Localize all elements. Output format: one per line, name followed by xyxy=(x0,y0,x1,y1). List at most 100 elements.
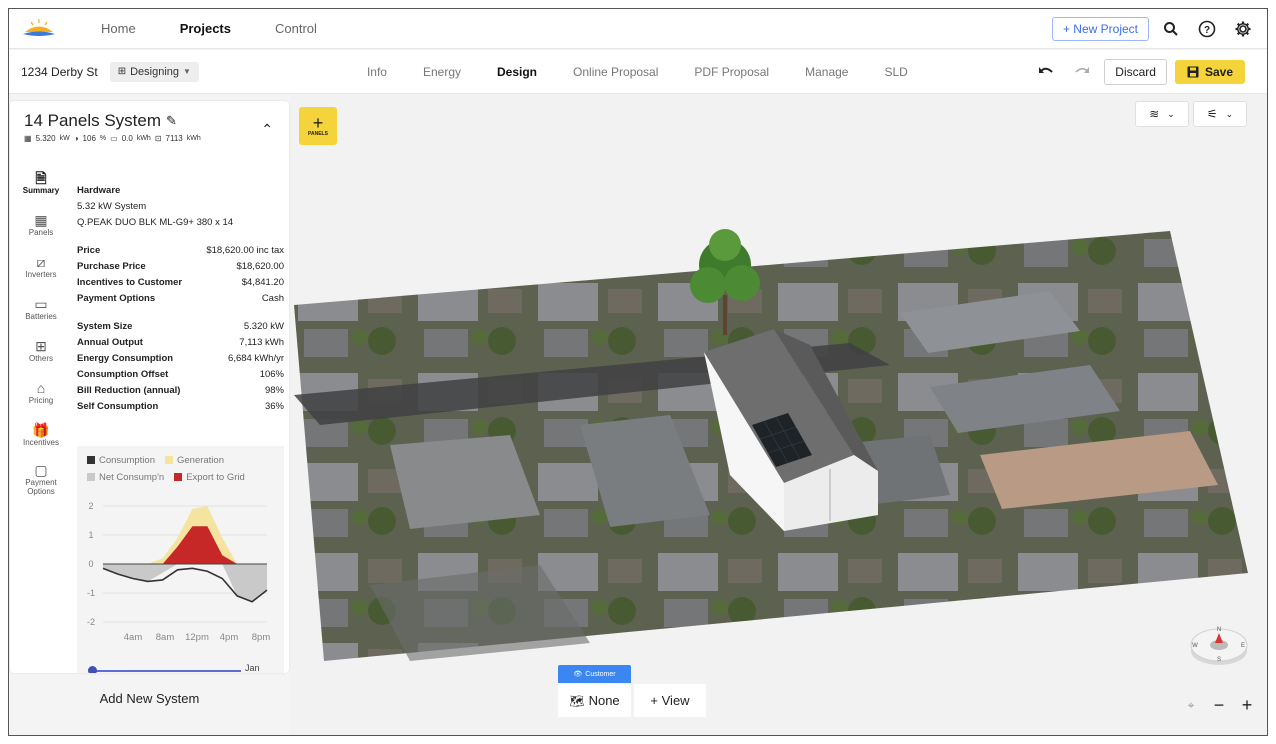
plus-icon: + xyxy=(312,113,324,133)
side-nav-label: Inverters xyxy=(25,269,57,279)
recenter-icon[interactable]: ⌖ xyxy=(1179,693,1203,717)
system-panel: 14 Panels System ✎ ▦ 5.320 kW ◑ 106 % ▭ … xyxy=(10,101,289,673)
energy-chart: Consumption Generation Net Consump'n Exp… xyxy=(77,446,284,673)
svg-text:E: E xyxy=(1241,643,1245,649)
y-tick-label: -1 xyxy=(87,588,95,598)
legend-label: Export to Grid xyxy=(186,472,245,483)
map-icon: 🗺 xyxy=(569,693,585,708)
chart-legend: Consumption Generation Net Consump'n Exp… xyxy=(87,452,245,486)
app-logo[interactable] xyxy=(9,9,69,49)
tab-sld[interactable]: SLD xyxy=(866,65,925,79)
stat-row: Bill Reduction (annual) 98% xyxy=(77,383,284,399)
stat-output: 7113 xyxy=(165,134,183,143)
side-nav-label: Others xyxy=(28,353,53,363)
side-nav-panels[interactable]: ▦ Panels xyxy=(10,203,72,245)
customer-view-tab[interactable]: 👁 Customer xyxy=(558,665,631,683)
side-nav-label: Payment Options xyxy=(25,478,57,496)
collapse-chevron-up-icon[interactable]: ⌃ xyxy=(261,121,273,138)
row-label: System Size xyxy=(77,321,133,332)
zoom-controls: ⌖ − + xyxy=(1179,693,1259,717)
stat-offset-unit: % xyxy=(99,135,107,142)
side-nav-batteries[interactable]: ▭ Batteries xyxy=(10,287,72,329)
gift-icon: 🎁 xyxy=(32,421,50,438)
side-nav-label: Pricing xyxy=(28,395,54,405)
legend-item-net-consumption[interactable]: Net Consump'n xyxy=(87,469,164,486)
legend-item-export[interactable]: Export to Grid xyxy=(174,469,245,486)
tab-design[interactable]: Design xyxy=(479,65,555,79)
side-nav-payment-options[interactable]: ▢ Payment Options xyxy=(10,455,72,503)
y-tick-label: 1 xyxy=(88,530,93,540)
side-nav-label: Incentives xyxy=(22,437,60,447)
main-nav: Home Projects Control xyxy=(79,21,339,36)
stat-offset: 106 xyxy=(82,134,96,143)
view-none-button[interactable]: 🗺 None xyxy=(558,684,631,717)
compass-icon[interactable]: N E W S xyxy=(1189,621,1249,669)
system-title-text: 14 Panels System xyxy=(24,111,162,130)
inverter-icon: ⧄ xyxy=(36,253,46,270)
settings-gear-icon[interactable] xyxy=(1229,15,1257,43)
row-value: $4,841.20 xyxy=(241,277,284,288)
legend-item-consumption[interactable]: Consumption xyxy=(87,452,155,469)
row-value: 7,113 kWh xyxy=(239,337,284,348)
stat-kw: 5.320 xyxy=(35,134,56,143)
tab-pdf-proposal[interactable]: PDF Proposal xyxy=(676,65,787,79)
settings-sliders-dropdown[interactable]: ⚟ ⌄ xyxy=(1193,101,1247,127)
legend-item-generation[interactable]: Generation xyxy=(164,452,224,469)
side-nav-pricing[interactable]: ⌂ Pricing xyxy=(10,371,72,413)
x-tick-label: 8pm xyxy=(252,632,271,643)
app-frame: Home Projects Control + New Project ? 12… xyxy=(8,8,1268,736)
discard-button[interactable]: Discard xyxy=(1104,58,1167,85)
battery-icon: ▭ xyxy=(34,295,48,312)
save-disk-icon xyxy=(1187,66,1199,77)
nav-home[interactable]: Home xyxy=(79,21,158,36)
layers-icon: ≋ xyxy=(1149,107,1160,121)
tab-online-proposal[interactable]: Online Proposal xyxy=(555,65,676,79)
side-nav-incentives[interactable]: 🎁 Incentives xyxy=(10,413,72,455)
pricing-row: Purchase Price $18,620.00 xyxy=(77,259,284,275)
stage-dropdown[interactable]: ⊞ Designing ▼ xyxy=(109,61,199,82)
add-panels-button[interactable]: + PANELS xyxy=(299,107,337,145)
battery-icon: ▭ xyxy=(110,134,118,143)
nav-control[interactable]: Control xyxy=(253,21,339,36)
side-nav-label: Panels xyxy=(28,227,54,237)
side-nav-inverters[interactable]: ⧄ Inverters xyxy=(10,245,72,287)
month-slider[interactable] xyxy=(88,666,241,673)
month-slider-knob[interactable] xyxy=(88,666,97,673)
new-project-button[interactable]: + New Project xyxy=(1051,16,1149,41)
project-tabs: Info Energy Design Online Proposal PDF P… xyxy=(349,65,926,79)
eye-icon: 👁 xyxy=(573,671,583,678)
add-new-system-button[interactable]: Add New System xyxy=(10,681,289,715)
row-label: Purchase Price xyxy=(77,261,146,272)
side-nav-label: Summary xyxy=(22,185,60,195)
layers-dropdown[interactable]: ≋ ⌄ xyxy=(1135,101,1189,127)
zoom-out-button[interactable]: − xyxy=(1207,693,1231,717)
price-tag-icon: ⌂ xyxy=(36,379,46,396)
row-value: $18,620.00 inc tax xyxy=(206,245,284,256)
project-bar: 1234 Derby St ⊞ Designing ▼ Info Energy … xyxy=(9,50,1267,94)
side-nav-others[interactable]: ⊞ Others xyxy=(10,329,72,371)
nav-projects[interactable]: Projects xyxy=(158,21,253,36)
undo-icon[interactable] xyxy=(1032,58,1060,86)
svg-text:W: W xyxy=(1192,643,1198,649)
tab-info[interactable]: Info xyxy=(349,65,405,79)
row-label: Consumption Offset xyxy=(77,369,169,380)
output-icon: ⊡ xyxy=(154,134,162,143)
legend-label: Net Consump'n xyxy=(99,472,165,483)
map-3d-view[interactable] xyxy=(290,95,1267,735)
panel-grid-icon: ▦ xyxy=(24,134,32,143)
redo-icon[interactable] xyxy=(1068,58,1096,86)
zoom-in-button[interactable]: + xyxy=(1235,693,1259,717)
help-icon[interactable]: ? xyxy=(1193,15,1221,43)
edit-pencil-icon[interactable]: ✎ xyxy=(166,113,177,129)
save-button[interactable]: Save xyxy=(1174,59,1245,84)
add-view-button[interactable]: + View xyxy=(634,684,706,717)
save-label: Save xyxy=(1204,64,1233,79)
row-label: Energy Consumption xyxy=(77,353,174,364)
tab-manage[interactable]: Manage xyxy=(787,65,866,79)
side-nav-summary[interactable]: 🗎 Summary xyxy=(10,161,72,203)
search-icon[interactable] xyxy=(1157,15,1185,43)
sliders-icon: ⚟ xyxy=(1206,107,1218,121)
stat-battery-unit: kWh xyxy=(136,135,151,142)
stat-output-unit: kWh xyxy=(186,135,201,142)
tab-energy[interactable]: Energy xyxy=(405,65,479,79)
